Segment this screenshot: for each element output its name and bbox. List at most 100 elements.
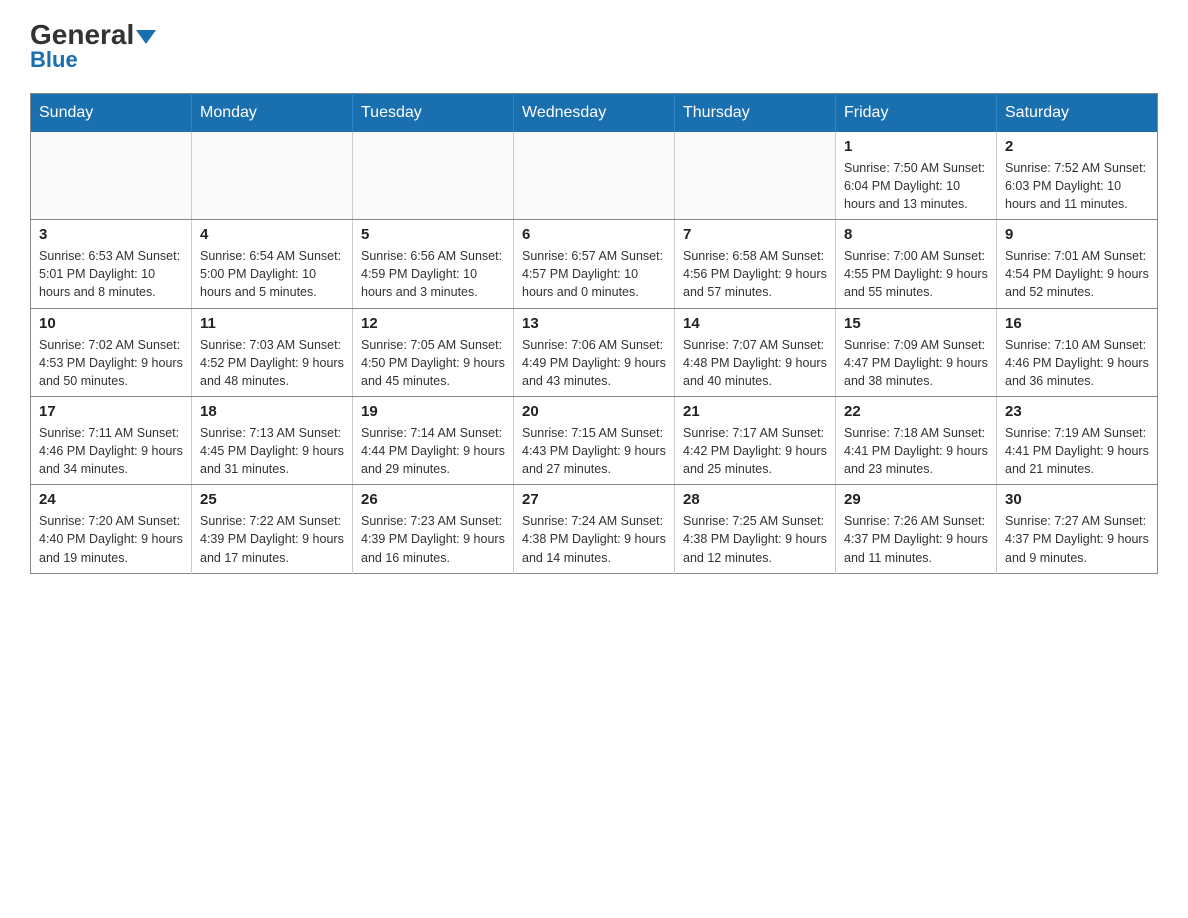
calendar-cell: 20Sunrise: 7:15 AM Sunset: 4:43 PM Dayli… xyxy=(514,396,675,484)
calendar-cell: 4Sunrise: 6:54 AM Sunset: 5:00 PM Daylig… xyxy=(192,220,353,308)
calendar-week-row: 1Sunrise: 7:50 AM Sunset: 6:04 PM Daylig… xyxy=(31,132,1158,220)
day-info: Sunrise: 7:52 AM Sunset: 6:03 PM Dayligh… xyxy=(1005,159,1149,213)
day-info: Sunrise: 7:14 AM Sunset: 4:44 PM Dayligh… xyxy=(361,424,505,478)
day-number: 28 xyxy=(683,491,827,508)
day-number: 29 xyxy=(844,491,988,508)
calendar-week-row: 24 Sunrise: 7:20 AM Sunset: 4:40 PM Dayli… xyxy=(31,485,1158,573)
weekday-header-tuesday: Tuesday xyxy=(353,93,514,132)
calendar-cell xyxy=(514,132,675,220)
day-number: 13 xyxy=(522,315,666,332)
calendar-cell: 18 Sunrise: 7:13 AM Sunset: 4:45 PM Dayli… xyxy=(192,396,353,484)
day-number: 17 xyxy=(39,403,183,420)
day-number: 2 xyxy=(1005,138,1149,155)
calendar-cell: 3 Sunrise: 6:53 AM Sunset: 5:01 PM Daylig… xyxy=(31,220,192,308)
calendar-cell: 22 Sunrise: 7:18 AM Sunset: 4:41 PM Dayli… xyxy=(836,396,997,484)
calendar-cell: 13 Sunrise: 7:06 AM Sunset: 4:49 PM Dayli… xyxy=(514,308,675,396)
day-number: 10 xyxy=(39,315,183,332)
calendar-cell: 11 Sunrise: 7:03 AM Sunset: 4:52 PM Dayli… xyxy=(192,308,353,396)
calendar-cell: 1Sunrise: 7:50 AM Sunset: 6:04 PM Daylig… xyxy=(836,132,997,220)
calendar-cell: 10 Sunrise: 7:02 AM Sunset: 4:53 PM Dayli… xyxy=(31,308,192,396)
day-number: 14 xyxy=(683,315,827,332)
calendar-week-row: 3 Sunrise: 6:53 AM Sunset: 5:01 PM Daylig… xyxy=(31,220,1158,308)
day-number: 9 xyxy=(1005,226,1149,243)
day-info: Sunrise: 7:23 AM Sunset: 4:39 PM Dayligh… xyxy=(361,512,505,566)
calendar-cell: 19Sunrise: 7:14 AM Sunset: 4:44 PM Dayli… xyxy=(353,396,514,484)
day-number: 8 xyxy=(844,226,988,243)
calendar-cell: 23Sunrise: 7:19 AM Sunset: 4:41 PM Dayli… xyxy=(997,396,1158,484)
weekday-header-wednesday: Wednesday xyxy=(514,93,675,132)
day-info: Sunrise: 6:56 AM Sunset: 4:59 PM Dayligh… xyxy=(361,247,505,301)
calendar-cell: 12 Sunrise: 7:05 AM Sunset: 4:50 PM Dayli… xyxy=(353,308,514,396)
day-info: Sunrise: 7:24 AM Sunset: 4:38 PM Dayligh… xyxy=(522,512,666,566)
calendar-cell: 30Sunrise: 7:27 AM Sunset: 4:37 PM Dayli… xyxy=(997,485,1158,573)
calendar-cell: 16Sunrise: 7:10 AM Sunset: 4:46 PM Dayli… xyxy=(997,308,1158,396)
logo-triangle-icon xyxy=(136,30,156,44)
day-info: Sunrise: 7:50 AM Sunset: 6:04 PM Dayligh… xyxy=(844,159,988,213)
day-number: 25 xyxy=(200,491,344,508)
day-number: 15 xyxy=(844,315,988,332)
calendar-cell: 17 Sunrise: 7:11 AM Sunset: 4:46 PM Dayli… xyxy=(31,396,192,484)
day-info: Sunrise: 7:26 AM Sunset: 4:37 PM Dayligh… xyxy=(844,512,988,566)
day-number: 22 xyxy=(844,403,988,420)
day-info: Sunrise: 7:18 AM Sunset: 4:41 PM Dayligh… xyxy=(844,424,988,478)
day-number: 7 xyxy=(683,226,827,243)
weekday-header-friday: Friday xyxy=(836,93,997,132)
day-info: Sunrise: 7:25 AM Sunset: 4:38 PM Dayligh… xyxy=(683,512,827,566)
day-number: 27 xyxy=(522,491,666,508)
day-info: Sunrise: 7:06 AM Sunset: 4:49 PM Dayligh… xyxy=(522,336,666,390)
day-number: 11 xyxy=(200,315,344,332)
day-number: 26 xyxy=(361,491,505,508)
day-info: Sunrise: 7:15 AM Sunset: 4:43 PM Dayligh… xyxy=(522,424,666,478)
day-info: Sunrise: 7:00 AM Sunset: 4:55 PM Dayligh… xyxy=(844,247,988,301)
day-info: Sunrise: 6:54 AM Sunset: 5:00 PM Dayligh… xyxy=(200,247,344,301)
day-number: 3 xyxy=(39,226,183,243)
day-info: Sunrise: 6:53 AM Sunset: 5:01 PM Dayligh… xyxy=(39,247,183,301)
weekday-header-monday: Monday xyxy=(192,93,353,132)
day-info: Sunrise: 7:11 AM Sunset: 4:46 PM Dayligh… xyxy=(39,424,183,478)
day-info: Sunrise: 7:13 AM Sunset: 4:45 PM Dayligh… xyxy=(200,424,344,478)
day-number: 24 xyxy=(39,491,183,508)
calendar-cell: 14Sunrise: 7:07 AM Sunset: 4:48 PM Dayli… xyxy=(675,308,836,396)
calendar-cell: 15 Sunrise: 7:09 AM Sunset: 4:47 PM Dayli… xyxy=(836,308,997,396)
calendar-cell xyxy=(675,132,836,220)
day-info: Sunrise: 7:01 AM Sunset: 4:54 PM Dayligh… xyxy=(1005,247,1149,301)
day-number: 5 xyxy=(361,226,505,243)
page-header: General Blue xyxy=(30,20,1158,73)
logo: General Blue xyxy=(30,20,156,73)
calendar-week-row: 10 Sunrise: 7:02 AM Sunset: 4:53 PM Dayli… xyxy=(31,308,1158,396)
day-info: Sunrise: 7:02 AM Sunset: 4:53 PM Dayligh… xyxy=(39,336,183,390)
day-number: 18 xyxy=(200,403,344,420)
calendar-header: SundayMondayTuesdayWednesdayThursdayFrid… xyxy=(31,93,1158,132)
calendar-cell: 29 Sunrise: 7:26 AM Sunset: 4:37 PM Dayli… xyxy=(836,485,997,573)
calendar-cell: 2 Sunrise: 7:52 AM Sunset: 6:03 PM Daylig… xyxy=(997,132,1158,220)
calendar-table: SundayMondayTuesdayWednesdayThursdayFrid… xyxy=(30,93,1158,574)
calendar-week-row: 17 Sunrise: 7:11 AM Sunset: 4:46 PM Dayli… xyxy=(31,396,1158,484)
calendar-cell: 25 Sunrise: 7:22 AM Sunset: 4:39 PM Dayli… xyxy=(192,485,353,573)
day-info: Sunrise: 7:09 AM Sunset: 4:47 PM Dayligh… xyxy=(844,336,988,390)
logo-blue-text: Blue xyxy=(30,47,78,73)
weekday-header-thursday: Thursday xyxy=(675,93,836,132)
calendar-cell: 24 Sunrise: 7:20 AM Sunset: 4:40 PM Dayli… xyxy=(31,485,192,573)
calendar-cell xyxy=(31,132,192,220)
weekday-header-sunday: Sunday xyxy=(31,93,192,132)
calendar-cell: 5 Sunrise: 6:56 AM Sunset: 4:59 PM Daylig… xyxy=(353,220,514,308)
day-number: 21 xyxy=(683,403,827,420)
day-info: Sunrise: 7:03 AM Sunset: 4:52 PM Dayligh… xyxy=(200,336,344,390)
day-number: 6 xyxy=(522,226,666,243)
calendar-cell: 9 Sunrise: 7:01 AM Sunset: 4:54 PM Daylig… xyxy=(997,220,1158,308)
calendar-cell: 21 Sunrise: 7:17 AM Sunset: 4:42 PM Dayli… xyxy=(675,396,836,484)
calendar-cell xyxy=(192,132,353,220)
calendar-cell: 26 Sunrise: 7:23 AM Sunset: 4:39 PM Dayli… xyxy=(353,485,514,573)
day-info: Sunrise: 6:57 AM Sunset: 4:57 PM Dayligh… xyxy=(522,247,666,301)
day-info: Sunrise: 7:22 AM Sunset: 4:39 PM Dayligh… xyxy=(200,512,344,566)
calendar-body: 1Sunrise: 7:50 AM Sunset: 6:04 PM Daylig… xyxy=(31,132,1158,573)
calendar-cell: 6 Sunrise: 6:57 AM Sunset: 4:57 PM Daylig… xyxy=(514,220,675,308)
day-info: Sunrise: 7:20 AM Sunset: 4:40 PM Dayligh… xyxy=(39,512,183,566)
calendar-cell: 28 Sunrise: 7:25 AM Sunset: 4:38 PM Dayli… xyxy=(675,485,836,573)
day-info: Sunrise: 7:17 AM Sunset: 4:42 PM Dayligh… xyxy=(683,424,827,478)
day-number: 12 xyxy=(361,315,505,332)
weekday-header-row: SundayMondayTuesdayWednesdayThursdayFrid… xyxy=(31,93,1158,132)
weekday-header-saturday: Saturday xyxy=(997,93,1158,132)
day-number: 23 xyxy=(1005,403,1149,420)
day-info: Sunrise: 7:05 AM Sunset: 4:50 PM Dayligh… xyxy=(361,336,505,390)
